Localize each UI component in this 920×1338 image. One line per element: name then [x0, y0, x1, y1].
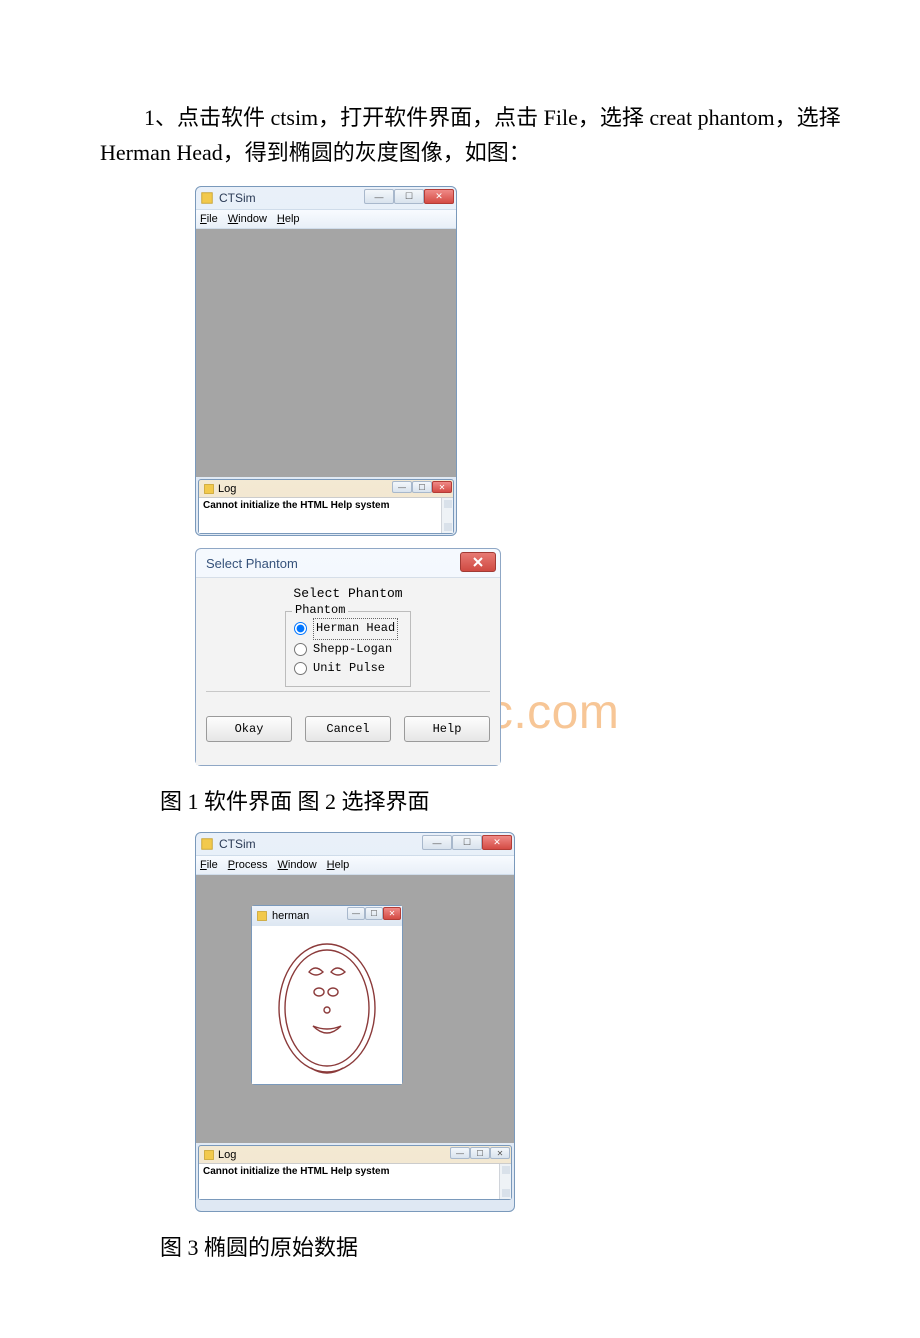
radio-unit-pulse[interactable]: Unit Pulse: [294, 659, 402, 678]
child-max-button[interactable]: ☐: [365, 907, 383, 920]
dialog-heading: Select Phantom: [206, 586, 490, 601]
child-close-button[interactable]: ✕: [383, 907, 401, 920]
doc-icon: [256, 910, 268, 922]
help-button[interactable]: Help: [404, 716, 490, 742]
app-title: CTSim: [219, 837, 256, 851]
menu-window[interactable]: Window: [278, 859, 317, 871]
log-scrollbar[interactable]: [441, 498, 453, 533]
menubar: File Window Help: [196, 209, 456, 229]
radio-unit-label: Unit Pulse: [313, 659, 385, 678]
dialog-titlebar: Select Phantom: [196, 549, 500, 577]
phantom-fieldset: Phantom Herman Head Shepp-Logan Unit Pul…: [285, 611, 411, 687]
child-window-herman: herman — ☐ ✕: [251, 905, 403, 1085]
log-panel: Log — ☐ ✕ Cannot initialize the HTML Hel…: [198, 1145, 512, 1200]
log-title: Log: [218, 1149, 236, 1161]
client-area: herman — ☐ ✕: [196, 875, 514, 1143]
log-min-button[interactable]: —: [450, 1147, 470, 1159]
menu-file[interactable]: File: [200, 213, 218, 225]
radio-shepp-input[interactable]: [294, 643, 307, 656]
log-body: Cannot initialize the HTML Help system: [199, 1163, 511, 1199]
log-max-button[interactable]: ☐: [412, 481, 432, 493]
instruction-text: 1、点击软件 ctsim，打开软件界面，点击 File，选择 creat pha…: [40, 100, 880, 170]
menu-file[interactable]: File: [200, 859, 218, 871]
log-panel: Log — ☐ ✕ Cannot initialize the HTML Hel…: [198, 479, 454, 534]
herman-phantom-image: [267, 930, 387, 1080]
caption-fig-3: 图 3 椭圆的原始数据: [160, 1230, 880, 1262]
log-scrollbar[interactable]: [499, 1164, 511, 1199]
log-message: Cannot initialize the HTML Help system: [203, 500, 390, 511]
close-icon: [472, 556, 484, 568]
child-min-button[interactable]: —: [347, 907, 365, 920]
log-min-button[interactable]: —: [392, 481, 412, 493]
log-icon: [203, 1149, 215, 1161]
app-icon: [200, 837, 214, 851]
log-message: Cannot initialize the HTML Help system: [203, 1166, 390, 1177]
client-area: [196, 229, 456, 477]
close-button[interactable]: ✕: [482, 835, 512, 850]
maximize-button[interactable]: ☐: [394, 189, 424, 204]
minimize-button[interactable]: —: [422, 835, 452, 850]
titlebar: CTSim — ☐ ✕: [196, 833, 514, 855]
app-title: CTSim: [219, 191, 256, 205]
menu-help[interactable]: Help: [277, 213, 300, 225]
menubar: File Process Window Help: [196, 855, 514, 875]
minimize-button[interactable]: —: [364, 189, 394, 204]
log-close-button[interactable]: ✕: [432, 481, 452, 493]
cancel-button[interactable]: Cancel: [305, 716, 391, 742]
log-max-button[interactable]: ☐: [470, 1147, 490, 1159]
close-button[interactable]: ✕: [424, 189, 454, 204]
dialog-close-button[interactable]: [460, 552, 496, 572]
radio-herman-input[interactable]: [294, 622, 307, 635]
menu-window[interactable]: Window: [228, 213, 267, 225]
radio-shepp-label: Shepp-Logan: [313, 640, 392, 659]
child-title: herman: [272, 910, 309, 922]
log-titlebar: Log — ☐ ✕: [199, 480, 453, 497]
radio-herman-head[interactable]: Herman Head: [294, 618, 402, 639]
menu-help[interactable]: Help: [327, 859, 350, 871]
child-body: [252, 926, 402, 1084]
ctsim-main-window: CTSim — ☐ ✕ File Window Help Log — ☐ ✕ C…: [195, 186, 457, 536]
ctsim-result-window: CTSim — ☐ ✕ File Process Window Help her…: [195, 832, 515, 1212]
divider: [206, 691, 490, 692]
dialog-title: Select Phantom: [206, 556, 298, 571]
maximize-button[interactable]: ☐: [452, 835, 482, 850]
ok-button[interactable]: Okay: [206, 716, 292, 742]
radio-unit-input[interactable]: [294, 662, 307, 675]
log-close-button[interactable]: ✕: [490, 1147, 510, 1159]
app-icon: [200, 191, 214, 205]
titlebar: CTSim — ☐ ✕: [196, 187, 456, 209]
caption-fig-1-2: 图 1 软件界面 图 2 选择界面: [160, 784, 880, 816]
radio-shepp-logan[interactable]: Shepp-Logan: [294, 640, 402, 659]
radio-herman-label: Herman Head: [313, 618, 398, 639]
fieldset-legend: Phantom: [292, 603, 348, 617]
log-title: Log: [218, 483, 236, 495]
child-titlebar: herman — ☐ ✕: [252, 906, 402, 926]
log-titlebar: Log — ☐ ✕: [199, 1146, 511, 1163]
select-phantom-dialog: Select Phantom Select Phantom Phantom He…: [195, 548, 501, 766]
menu-process[interactable]: Process: [228, 859, 268, 871]
log-body: Cannot initialize the HTML Help system: [199, 497, 453, 533]
log-icon: [203, 483, 215, 495]
